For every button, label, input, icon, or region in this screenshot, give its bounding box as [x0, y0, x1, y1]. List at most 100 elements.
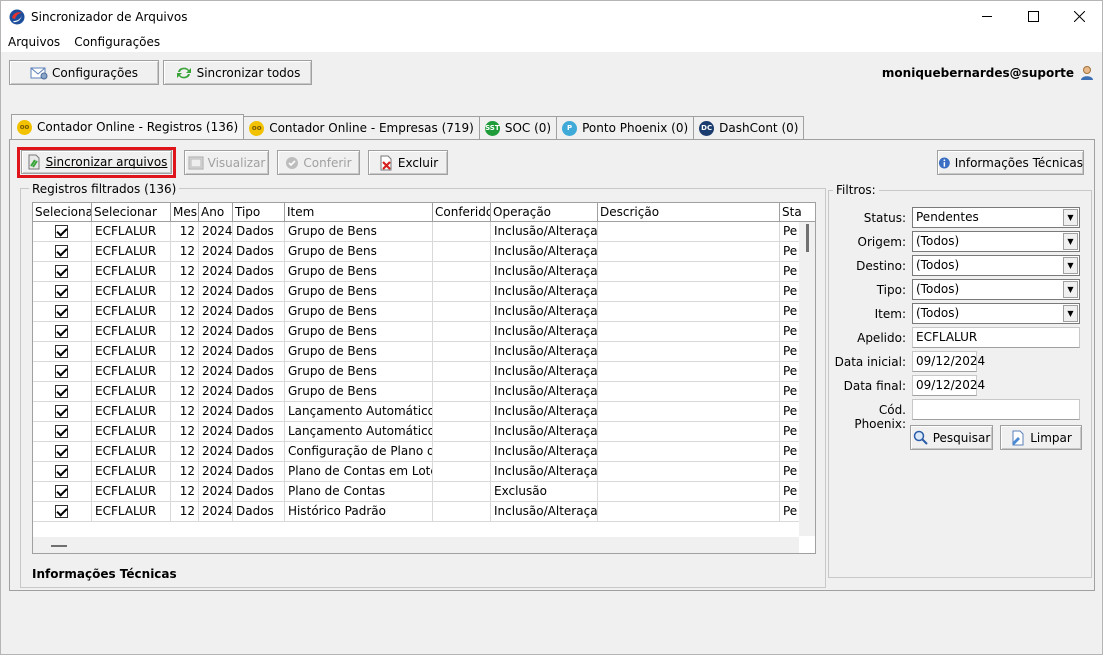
table-row[interactable]: ECFLALUR 12 2024 Dados Grupo de Bens Inclusão…	[33, 382, 815, 402]
row-checkbox[interactable]	[55, 465, 68, 478]
column-header[interactable]: Ano	[199, 203, 233, 222]
select-cell[interactable]	[33, 222, 92, 242]
horizontal-scrollbar[interactable]	[33, 537, 799, 553]
row-checkbox[interactable]	[55, 365, 68, 378]
destino-select[interactable]: (Todos) ▼	[912, 255, 1080, 276]
tipo-select[interactable]: (Todos) ▼	[912, 279, 1080, 300]
table-row[interactable]: ECFLALUR 12 2024 Dados Grupo de Bens Inclusão…	[33, 262, 815, 282]
select-cell[interactable]	[33, 402, 92, 422]
table-row[interactable]: ECFLALUR 12 2024 Dados Lançamento Automático…	[33, 402, 815, 422]
column-header[interactable]: Sta	[780, 203, 815, 222]
column-header[interactable]: Conferido	[433, 203, 491, 222]
column-header[interactable]: Selecionar	[92, 203, 171, 222]
column-header[interactable]: Tipo	[233, 203, 285, 222]
cell-ano: 2024	[199, 362, 233, 382]
data-inicial-input[interactable]: 09/12/2024	[912, 351, 985, 372]
records-legend: Registros filtrados (136)	[29, 182, 180, 196]
data-final-input[interactable]: 09/12/2024	[912, 375, 985, 396]
row-checkbox[interactable]	[55, 385, 68, 398]
select-cell[interactable]	[33, 302, 92, 322]
table-row[interactable]: ECFLALUR 12 2024 Dados Histórico Padrão Inclu…	[33, 502, 815, 522]
select-cell[interactable]	[33, 422, 92, 442]
cell-item: Grupo de Bens	[285, 302, 433, 322]
select-cell[interactable]	[33, 342, 92, 362]
chevron-down-icon[interactable]: ▼	[1063, 305, 1078, 322]
table-row[interactable]: ECFLALUR 12 2024 Dados Grupo de Bens Inclusão…	[33, 342, 815, 362]
chevron-down-icon[interactable]: ▼	[1063, 281, 1078, 298]
table-row[interactable]: ECFLALUR 12 2024 Dados Grupo de Bens Inclusão…	[33, 282, 815, 302]
row-checkbox[interactable]	[55, 345, 68, 358]
chevron-down-icon[interactable]: ▼	[1063, 233, 1078, 250]
pesquisar-button[interactable]: Pesquisar	[910, 425, 993, 450]
menu-arquivos[interactable]: Arquivos	[1, 35, 67, 49]
table-row[interactable]: ECFLALUR 12 2024 Dados Plano de Contas em Lo…	[33, 462, 815, 482]
column-header[interactable]: Operação	[491, 203, 598, 222]
row-checkbox[interactable]	[55, 325, 68, 338]
config-envelope-icon	[30, 67, 48, 79]
origem-value: (Todos)	[916, 234, 960, 248]
column-header[interactable]: Item	[285, 203, 433, 222]
select-cell[interactable]	[33, 482, 92, 502]
menu-configuracoes[interactable]: Configurações	[67, 35, 167, 49]
select-cell[interactable]	[33, 322, 92, 342]
table-row[interactable]: ECFLALUR 12 2024 Dados Configuração de Plano…	[33, 442, 815, 462]
limpar-button[interactable]: Limpar	[1000, 425, 1082, 450]
row-checkbox[interactable]	[55, 265, 68, 278]
row-checkbox[interactable]	[55, 245, 68, 258]
excluir-button[interactable]: Excluir	[368, 150, 448, 175]
select-cell[interactable]	[33, 242, 92, 262]
vertical-scroll-thumb[interactable]	[806, 224, 809, 252]
tab-dashcont[interactable]: DC DashCont (0)	[693, 116, 805, 139]
table-row[interactable]: ECFLALUR 12 2024 Dados Grupo de Bens Inclusão…	[33, 362, 815, 382]
status-select[interactable]: Pendentes ▼	[912, 207, 1080, 228]
maximize-button[interactable]	[1010, 1, 1056, 32]
close-button[interactable]	[1056, 1, 1102, 32]
cell-mes: 12	[171, 462, 199, 482]
select-cell[interactable]	[33, 262, 92, 282]
select-cell[interactable]	[33, 462, 92, 482]
table-row[interactable]: ECFLALUR 12 2024 Dados Lançamento Automático…	[33, 422, 815, 442]
apelido-input[interactable]: ECFLALUR	[912, 327, 1080, 348]
row-checkbox[interactable]	[55, 285, 68, 298]
table-row[interactable]: ECFLALUR 12 2024 Dados Plano de Contas Exclus…	[33, 482, 815, 502]
vertical-scrollbar[interactable]	[799, 222, 815, 536]
sincronizar-todos-button[interactable]: Sincronizar todos	[163, 60, 312, 85]
select-cell[interactable]	[33, 382, 92, 402]
sincronizar-arquivos-button[interactable]: Sincronizar arquivos	[21, 150, 172, 174]
minimize-button[interactable]	[964, 1, 1010, 32]
tab-soc[interactable]: SST SOC (0)	[478, 116, 558, 139]
tab-contador-registros[interactable]: oo Contador Online - Registros (136)	[11, 114, 245, 139]
cell-tipo: Dados	[233, 502, 285, 522]
select-cell[interactable]	[33, 502, 92, 522]
horizontal-scroll-thumb[interactable]	[51, 545, 67, 547]
visualizar-button[interactable]: Visualizar	[184, 150, 269, 175]
item-select[interactable]: (Todos) ▼	[912, 303, 1080, 324]
chevron-down-icon[interactable]: ▼	[1063, 257, 1078, 274]
origem-select[interactable]: (Todos) ▼	[912, 231, 1080, 252]
table-row[interactable]: ECFLALUR 12 2024 Dados Grupo de Bens Inclusão…	[33, 302, 815, 322]
tab-ponto-phoenix[interactable]: P Ponto Phoenix (0)	[556, 116, 695, 139]
select-cell[interactable]	[33, 282, 92, 302]
row-checkbox[interactable]	[55, 505, 68, 518]
select-cell[interactable]	[33, 442, 92, 462]
table-row[interactable]: ECFLALUR 12 2024 Dados Grupo de Bens Inclusão…	[33, 322, 815, 342]
row-checkbox[interactable]	[55, 225, 68, 238]
configuracoes-button[interactable]: Configurações	[9, 60, 159, 85]
row-checkbox[interactable]	[55, 305, 68, 318]
chevron-down-icon[interactable]: ▼	[1063, 209, 1078, 226]
row-checkbox[interactable]	[55, 425, 68, 438]
column-header[interactable]: Descrição	[598, 203, 780, 222]
column-header[interactable]: Mes	[171, 203, 199, 222]
row-checkbox[interactable]	[55, 485, 68, 498]
cod-phoenix-input[interactable]	[912, 399, 1080, 420]
row-checkbox[interactable]	[55, 445, 68, 458]
records-grid[interactable]: Selecionar Selecionar Mes Ano Tipo Item Confer…	[32, 202, 816, 554]
column-header[interactable]: Selecionar	[33, 203, 92, 222]
informacoes-tecnicas-button[interactable]: Informações Técnicas	[937, 150, 1084, 175]
tab-contador-empresas[interactable]: oo Contador Online - Empresas (719)	[243, 116, 480, 139]
table-row[interactable]: ECFLALUR 12 2024 Dados Grupo de Bens Inclusão…	[33, 242, 815, 262]
select-cell[interactable]	[33, 362, 92, 382]
table-row[interactable]: ECFLALUR 12 2024 Dados Grupo de Bens Inclusão…	[33, 222, 815, 242]
row-checkbox[interactable]	[55, 405, 68, 418]
conferir-button[interactable]: Conferir	[277, 150, 360, 175]
